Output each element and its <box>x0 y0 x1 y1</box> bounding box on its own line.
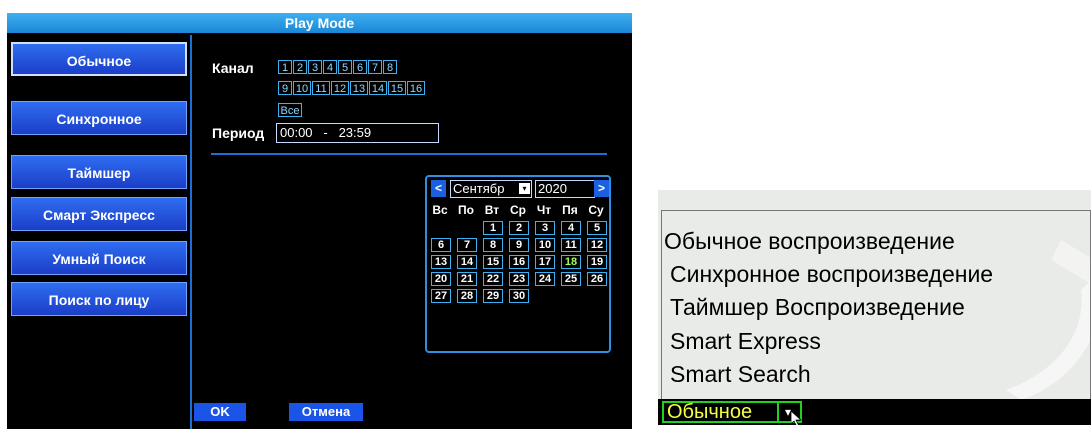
calendar-day[interactable]: 4 <box>561 221 581 235</box>
calendar-day[interactable]: 16 <box>509 255 529 269</box>
period-field[interactable]: 00:00 - 23:59 <box>276 123 439 143</box>
calendar-panel: < Сентябр ▾ 2020 > Вс По Вт Ср Чт Пя Су 123456… <box>425 175 611 353</box>
calendar-day[interactable]: 12 <box>587 238 607 252</box>
month-value: Сентябр <box>453 181 505 196</box>
mode-button-timeshare[interactable]: Таймшер <box>11 155 187 189</box>
weekday-label: Пя <box>562 203 578 217</box>
channel-checkbox-9[interactable]: 9 <box>278 81 292 95</box>
mode-button-smart-search[interactable]: Умный Поиск <box>11 241 187 275</box>
calendar-day[interactable]: 21 <box>457 272 477 286</box>
channel-checkbox-16[interactable]: 16 <box>407 81 425 95</box>
calendar-day[interactable]: 9 <box>509 238 529 252</box>
calendar-day[interactable]: 3 <box>535 221 555 235</box>
channel-checkbox-2[interactable]: 2 <box>293 60 307 74</box>
calendar-day[interactable]: 14 <box>457 255 477 269</box>
channel-label: Канал <box>212 60 254 76</box>
mode-sidebar: Обычное Синхронное Таймшер Смарт Экспрес… <box>7 35 192 429</box>
calendar-day[interactable]: 18 <box>561 255 581 269</box>
calendar-day[interactable]: 11 <box>561 238 581 252</box>
calendar-day[interactable]: 1 <box>483 221 503 235</box>
calendar-day[interactable]: 29 <box>483 289 503 303</box>
calendar-day[interactable]: 27 <box>431 289 451 303</box>
channel-checkbox-12[interactable]: 12 <box>331 81 349 95</box>
period-label: Период <box>212 125 265 141</box>
calendar-day[interactable]: 26 <box>587 272 607 286</box>
period-separator: - <box>323 125 328 140</box>
calendar-day[interactable]: 10 <box>535 238 555 252</box>
calendar-day[interactable]: 30 <box>509 289 529 303</box>
channel-checkbox-10[interactable]: 10 <box>293 81 311 95</box>
calendar-day[interactable]: 23 <box>509 272 529 286</box>
calendar-day[interactable]: 6 <box>431 238 451 252</box>
calendar-day[interactable]: 17 <box>535 255 555 269</box>
weekday-label: Су <box>588 203 604 217</box>
month-dropdown-icon[interactable]: ▾ <box>519 183 530 194</box>
mouse-cursor-icon <box>791 411 803 425</box>
dvr-play-mode-screen: Play Mode Обычное Синхронное Таймшер Сма… <box>7 13 632 429</box>
calendar-day[interactable]: 13 <box>431 255 451 269</box>
channel-checkbox-7[interactable]: 7 <box>368 60 382 74</box>
channel-checkbox-11[interactable]: 11 <box>312 81 330 95</box>
channel-checkbox-1[interactable]: 1 <box>278 60 292 74</box>
mode-button-face-search[interactable]: Поиск по лицу <box>11 282 187 316</box>
ok-button[interactable]: OK <box>194 403 246 421</box>
weekday-label: По <box>458 203 474 217</box>
option-timeshare-playback[interactable]: Таймшер Воспроизведение <box>670 294 965 321</box>
weekday-label: Чт <box>536 203 552 217</box>
weekday-label: Вс <box>432 203 448 217</box>
channel-checkbox-6[interactable]: 6 <box>353 60 367 74</box>
year-field[interactable]: 2020 <box>535 180 595 198</box>
option-normal-playback[interactable]: Обычное воспроизведение <box>664 228 955 255</box>
channel-checkbox-3[interactable]: 3 <box>308 60 322 74</box>
calendar-day[interactable]: 20 <box>431 272 451 286</box>
option-smart-search[interactable]: Smart Search <box>670 361 811 388</box>
cancel-button[interactable]: Отмена <box>289 403 363 421</box>
channel-checkbox-8[interactable]: 8 <box>383 60 397 74</box>
period-end: 23:59 <box>338 125 372 140</box>
window-title: Play Mode <box>7 13 632 33</box>
mode-button-smart-express[interactable]: Смарт Экспресс <box>11 197 187 231</box>
divider <box>211 153 607 155</box>
playback-mode-dropdown-crop: Обычное воспроизведение Синхронное воспр… <box>658 190 1091 425</box>
mode-button-sync[interactable]: Синхронное <box>11 101 187 135</box>
calendar-day[interactable]: 2 <box>509 221 529 235</box>
calendar-prev-button[interactable]: < <box>431 180 446 197</box>
channel-checkbox-14[interactable]: 14 <box>369 81 387 95</box>
calendar-day[interactable]: 24 <box>535 272 555 286</box>
channel-all-checkbox[interactable]: Все <box>278 103 302 117</box>
option-sync-playback[interactable]: Синхронное воспроизведение <box>670 261 993 288</box>
option-smart-express[interactable]: Smart Express <box>670 328 821 355</box>
period-start: 00:00 <box>280 125 313 140</box>
channel-checkbox-13[interactable]: 13 <box>350 81 368 95</box>
channel-checkbox-15[interactable]: 15 <box>388 81 406 95</box>
weekday-label: Вт <box>484 203 500 217</box>
calendar-next-button[interactable]: > <box>594 180 609 197</box>
calendar-day[interactable]: 19 <box>587 255 607 269</box>
calendar-day[interactable]: 5 <box>587 221 607 235</box>
calendar-day[interactable]: 22 <box>483 272 503 286</box>
calendar-day[interactable]: 28 <box>457 289 477 303</box>
weekday-label: Ср <box>510 203 526 217</box>
calendar-day[interactable]: 7 <box>457 238 477 252</box>
channel-checkbox-5[interactable]: 5 <box>338 60 352 74</box>
calendar-day[interactable]: 15 <box>483 255 503 269</box>
calendar-day[interactable]: 25 <box>561 272 581 286</box>
calendar-day[interactable]: 8 <box>483 238 503 252</box>
mode-button-normal[interactable]: Обычное <box>11 42 187 76</box>
channel-checkbox-4[interactable]: 4 <box>323 60 337 74</box>
